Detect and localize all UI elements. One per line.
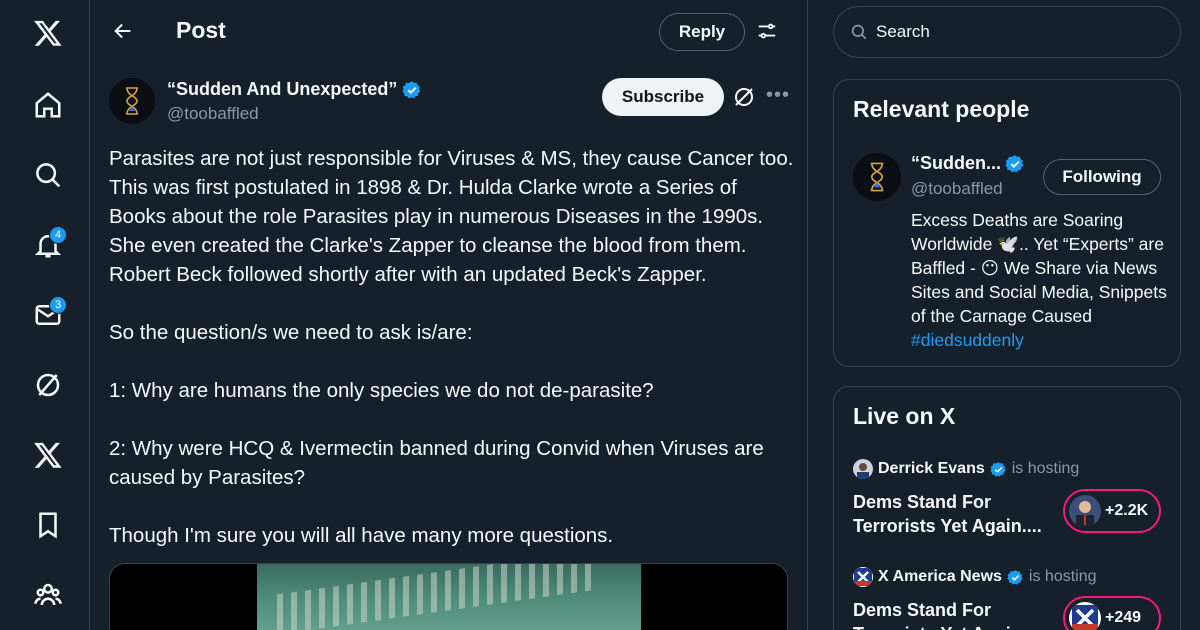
bookmarks-icon[interactable] [23, 500, 73, 550]
following-button[interactable]: Following [1043, 159, 1161, 195]
hosting-label: is hosting [1028, 568, 1097, 585]
relevant-person-name[interactable]: “Sudden... [911, 153, 1025, 174]
space-title[interactable]: Dems Stand For Terrorists Yet Again... [853, 598, 1053, 630]
relevant-person-handle[interactable]: @toobaffled [911, 179, 1003, 199]
author-avatar[interactable] [109, 78, 155, 124]
main-column: Post Reply “Sudden And Unexpected” @toob… [90, 0, 808, 630]
verified-badge-icon [1005, 154, 1024, 172]
space-host-row[interactable]: Derrick Evans is hosting [853, 459, 1079, 479]
left-navigation: 4 3 [0, 0, 90, 630]
listener-count: +2.2K [1105, 502, 1149, 519]
grok-icon[interactable] [23, 360, 73, 410]
host-avatar [853, 567, 873, 587]
verified-badge-icon [1007, 569, 1023, 585]
post-paragraph: So the question/s we need to ask is/are: [109, 321, 473, 344]
home-icon[interactable] [23, 80, 73, 130]
live-on-x-panel: Live on X Derrick Evans is hosting Dems … [833, 386, 1181, 630]
space-host-row[interactable]: X America News is hosting [853, 567, 1097, 587]
search-input[interactable]: Search [876, 22, 930, 42]
host-name: X America News [878, 568, 1002, 585]
communities-icon[interactable] [23, 570, 73, 620]
post-header: Post Reply [90, 0, 808, 64]
verified-badge-icon [990, 461, 1006, 477]
messages-envelope-icon[interactable]: 3 [23, 290, 73, 340]
reply-settings-icon[interactable] [752, 16, 782, 46]
post-body: Parasites are not just responsible for V… [109, 144, 799, 550]
post-paragraph: Though I'm sure you will all have many m… [109, 524, 614, 547]
host-name: Derrick Evans [878, 460, 985, 477]
listener-count: +249 [1105, 609, 1142, 626]
listener-avatar [1069, 602, 1101, 630]
hosting-label: is hosting [1011, 460, 1080, 477]
relevant-people-title: Relevant people [853, 96, 1030, 122]
grok-explain-icon[interactable] [732, 85, 758, 111]
relevant-person-avatar[interactable] [853, 153, 901, 201]
notifications-bell-icon[interactable]: 4 [23, 220, 73, 270]
space-title[interactable]: Dems Stand For Terrorists Yet Again.... [853, 490, 1053, 538]
bio-hashtag-link[interactable]: #diedsuddenly [911, 330, 1024, 350]
back-arrow-icon[interactable] [106, 14, 140, 48]
post-paragraph: 2: Why were HCQ & Ivermectin banned duri… [109, 437, 764, 489]
live-on-x-title: Live on X [853, 403, 956, 429]
explore-search-icon[interactable] [23, 150, 73, 200]
post-paragraph: 1: Why are humans the only species we do… [109, 379, 654, 402]
space-listeners-pill[interactable]: +249 [1063, 596, 1161, 630]
author-name[interactable]: “Sudden And Unexpected” [167, 79, 422, 100]
author-handle[interactable]: @toobaffled [167, 104, 259, 124]
relevant-people-panel: Relevant people “Sudden... @toobaffled F… [833, 79, 1181, 367]
relevant-person-bio: Excess Deaths are Soaring Worldwide 🕊️..… [911, 208, 1171, 352]
premium-x-icon[interactable] [23, 430, 73, 480]
notifications-badge: 4 [49, 226, 67, 244]
search-box[interactable]: Search [833, 6, 1181, 58]
post-media-video[interactable] [109, 563, 788, 630]
space-listeners-pill[interactable]: +2.2K [1063, 489, 1161, 533]
page-title: Post [176, 17, 226, 43]
verified-badge-icon [402, 80, 421, 98]
host-avatar [853, 459, 873, 479]
subscribe-button[interactable]: Subscribe [602, 78, 724, 116]
more-options-icon[interactable]: ••• [766, 84, 790, 107]
search-icon [851, 24, 867, 40]
video-frame [257, 564, 641, 630]
x-logo-icon[interactable] [23, 8, 73, 58]
listener-avatar [1069, 495, 1101, 527]
post-paragraph: Parasites are not just responsible for V… [109, 147, 794, 286]
bio-text: Excess Deaths are Soaring Worldwide 🕊️..… [911, 210, 1167, 326]
author-display-name: “Sudden And Unexpected” [167, 79, 398, 99]
messages-badge: 3 [49, 296, 67, 314]
reply-button[interactable]: Reply [659, 13, 745, 51]
relevant-person-display-name: “Sudden... [911, 153, 1001, 173]
